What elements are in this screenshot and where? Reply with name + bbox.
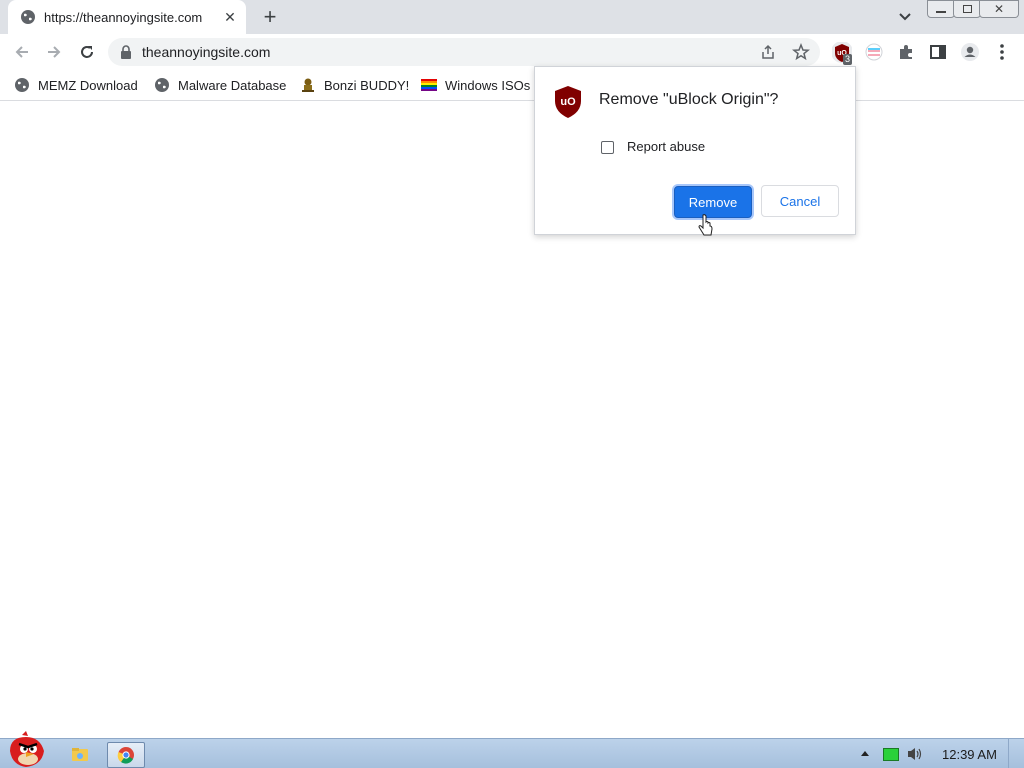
forward-icon[interactable]: [44, 42, 64, 62]
bookmark-windows-isos[interactable]: Windows ISOs: [421, 76, 530, 94]
browser-toolbar: theannoyingsite.com uO 3: [0, 34, 1024, 70]
bookmark-label: Windows ISOs: [445, 77, 531, 93]
flag-extension-icon[interactable]: [864, 42, 884, 62]
bookmark-malware-database[interactable]: Malware Database: [154, 76, 286, 94]
bookmark-memz-download[interactable]: MEMZ Download: [14, 76, 138, 94]
tab-title: https://theannoyingsite.com: [44, 9, 203, 25]
report-abuse-label[interactable]: Report abuse: [627, 139, 705, 154]
new-tab-button[interactable]: +: [258, 6, 282, 30]
restore-button[interactable]: [953, 0, 981, 18]
bookmark-star-icon[interactable]: [792, 43, 810, 61]
tab-strip: https://theannoyingsite.com ✕ + ✕: [0, 0, 1024, 34]
lock-icon[interactable]: [120, 45, 132, 59]
tray-expand-icon[interactable]: [860, 749, 870, 757]
dialog-title: Remove "uBlock Origin"?: [599, 91, 779, 108]
ublock-badge: 3: [843, 54, 853, 65]
restore-icon: [962, 5, 972, 13]
taskbar-chrome-button[interactable]: [107, 742, 145, 768]
close-window-button[interactable]: ✕: [979, 0, 1019, 18]
minimize-icon: [936, 11, 946, 13]
bookmarks-bar: MEMZ Download Malware Database Bonzi BUD…: [0, 70, 1024, 101]
bookmark-label: Malware Database: [178, 77, 287, 93]
share-icon[interactable]: [760, 44, 776, 60]
chrome-icon: [117, 747, 134, 764]
minimize-button[interactable]: [927, 0, 955, 18]
volume-icon[interactable]: [906, 746, 924, 762]
profile-avatar-icon[interactable]: [960, 42, 980, 62]
page-content: [0, 101, 1024, 738]
show-desktop-button[interactable]: [1008, 739, 1024, 768]
bookmark-label: MEMZ Download: [38, 77, 138, 93]
taskbar: 12:39 AM: [0, 731, 1024, 768]
cancel-button[interactable]: Cancel: [761, 185, 839, 217]
extensions-puzzle-icon[interactable]: [896, 42, 916, 62]
mouse-cursor-icon: [698, 214, 713, 236]
bookmark-bonzi-buddy[interactable]: Bonzi BUDDY!: [300, 76, 409, 94]
address-bar[interactable]: theannoyingsite.com: [108, 38, 820, 66]
globe-icon: [15, 78, 29, 92]
svg-text:uO: uO: [560, 96, 576, 108]
side-panel-icon[interactable]: [928, 42, 948, 62]
globe-icon: [155, 78, 169, 92]
tab-close-icon[interactable]: ✕: [222, 9, 238, 25]
close-icon: ✕: [993, 2, 1005, 16]
reload-icon[interactable]: [77, 42, 97, 62]
folder-icon: [72, 748, 88, 761]
taskbar-clock[interactable]: 12:39 AM: [942, 747, 997, 762]
report-abuse-checkbox[interactable]: [601, 141, 614, 154]
bonzi-icon: [302, 78, 314, 92]
taskbar-explorer-button[interactable]: [62, 742, 98, 766]
bookmark-label: Bonzi BUDDY!: [324, 77, 410, 93]
back-icon[interactable]: [12, 42, 32, 62]
menu-kebab-icon[interactable]: [992, 42, 1012, 62]
globe-icon: [21, 10, 35, 24]
rainbow-flag-icon: [421, 79, 437, 91]
url-text[interactable]: theannoyingsite.com: [142, 44, 270, 60]
browser-tab[interactable]: https://theannoyingsite.com ✕: [8, 0, 246, 34]
ublock-extension-button[interactable]: uO 3: [831, 41, 853, 65]
tab-search-icon[interactable]: [895, 8, 915, 26]
ublock-origin-icon: uO: [555, 86, 581, 118]
start-button-angry-bird-icon[interactable]: [4, 731, 50, 768]
network-icon[interactable]: [883, 748, 899, 761]
remove-extension-dialog: uO Remove "uBlock Origin"? Report abuse …: [534, 66, 856, 235]
